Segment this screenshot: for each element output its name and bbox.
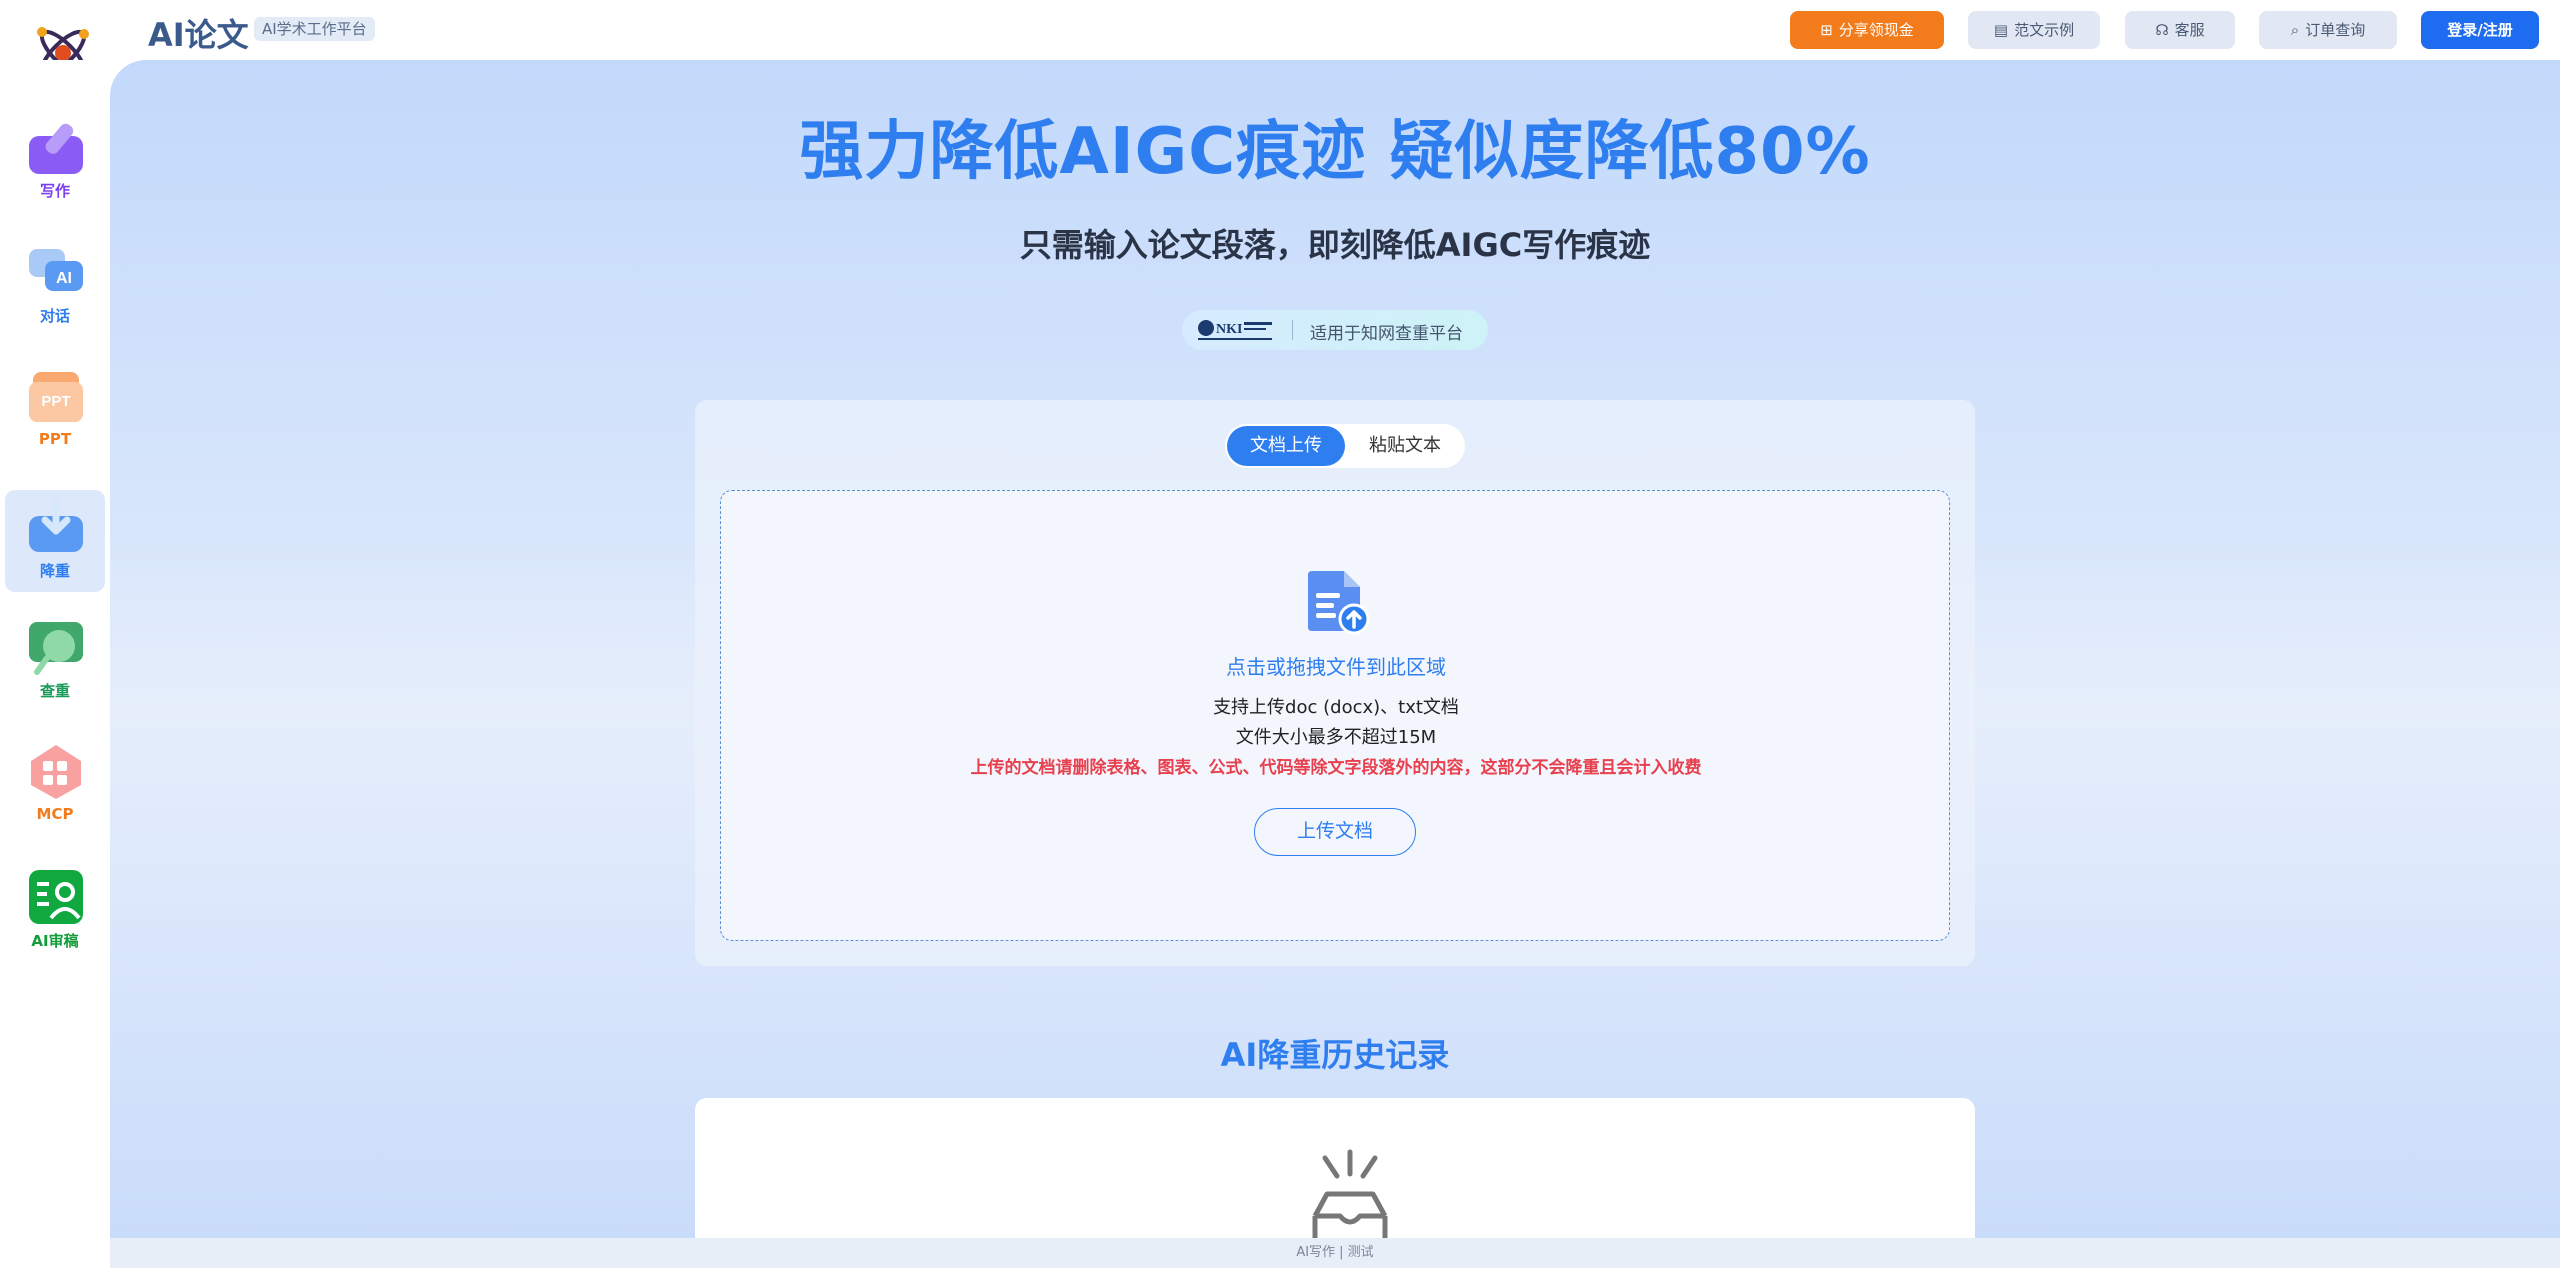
sidebar-item-label: MCP (36, 805, 74, 823)
history-card (695, 1098, 1975, 1238)
hero-title: 强力降低AIGC痕迹 疑似度降低80% (799, 115, 1871, 189)
sidebar-item-label: 降重 (39, 562, 70, 580)
pen-icon (29, 123, 83, 174)
sidebar-item-mcp[interactable]: MCP (5, 735, 105, 837)
main-content: 强力降低AIGC痕迹 疑似度降低80% 只需输入论文段落，即刻降低AIGC写作痕… (110, 60, 2560, 1238)
sidebar-item-label: 写作 (39, 182, 70, 200)
tab-paste-text[interactable]: 粘贴文本 (1347, 426, 1463, 466)
mcp-icon (31, 745, 81, 799)
share-cash-button[interactable]: ⊞ 分享领现金 (1790, 11, 1944, 49)
ppt-icon: PPT (29, 372, 83, 422)
login-register-button[interactable]: 登录/注册 (2421, 11, 2539, 49)
file-dropzone[interactable]: 点击或拖拽文件到此区域 支持上传doc (docx)、txt文档 文件大小最多不… (720, 490, 1950, 941)
upload-card: 文档上传 粘贴文本 点击或拖拽文件到此区域 支持上传doc (docx)、txt… (695, 400, 1975, 966)
reviewer-icon (29, 870, 83, 924)
service-label: 客服 (2174, 21, 2205, 39)
upload-tabs: 文档上传 粘贴文本 (1225, 424, 1465, 468)
sidebar-item-label: AI审稿 (31, 932, 79, 950)
sidebar-item-check[interactable]: 查重 (5, 610, 105, 712)
badge-divider (1292, 320, 1293, 340)
file-size-limit-text: 文件大小最多不超过15M (1235, 727, 1437, 748)
sidebar-item-chat[interactable]: AI 对话 (5, 235, 105, 337)
footer: AI写作 | 测试 (110, 1238, 2560, 1268)
document-icon: ▤ (1993, 21, 2009, 39)
cnki-logo-icon: NKI (1198, 320, 1272, 340)
brand-tag: AI学术工作平台 (254, 17, 375, 41)
order-label: 订单查询 (2305, 21, 2366, 39)
file-upload-icon (1308, 571, 1370, 635)
cnki-badge: NKI 适用于知网查重平台 (1182, 310, 1488, 350)
svg-text:PPT: PPT (41, 393, 70, 410)
sidebar-item-review[interactable]: AI审稿 (5, 860, 105, 962)
download-tray-icon (29, 498, 83, 552)
sidebar-item-label: PPT (38, 430, 72, 448)
hero-subtitle: 只需输入论文段落，即刻降低AIGC写作痕迹 (1019, 226, 1651, 264)
sidebar-item-ppt[interactable]: PPT PPT (5, 360, 105, 462)
customer-service-button[interactable]: ☊ 客服 (2125, 11, 2235, 49)
chat-ai-icon: AI (29, 249, 83, 291)
badge-text: 适用于知网查重平台 (1310, 324, 1463, 344)
supported-formats-text: 支持上传doc (docx)、txt文档 (1213, 697, 1459, 718)
svg-text:AI: AI (56, 270, 72, 287)
sidebar: 写作 AI 对话 PPT PPT 降重 查重 MCP AI审稿 (0, 60, 110, 1268)
sample-label: 范文示例 (2014, 21, 2075, 39)
sidebar-item-reduce[interactable]: 降重 (5, 490, 105, 592)
headset-icon: ☊ (2155, 21, 2169, 39)
gift-icon: ⊞ (1820, 21, 1833, 39)
sidebar-item-label: 对话 (39, 307, 70, 325)
svg-text:NKI: NKI (1216, 322, 1242, 337)
sample-paper-button[interactable]: ▤ 范文示例 (1968, 11, 2100, 49)
share-label: 分享领现金 (1838, 21, 1914, 39)
sidebar-item-label: 查重 (39, 682, 70, 700)
dropzone-title: 点击或拖拽文件到此区域 (1226, 655, 1446, 679)
brand-title: AI论文 (148, 16, 249, 54)
empty-box-icon (1312, 1149, 1388, 1238)
upload-document-button[interactable]: 上传文档 (1254, 808, 1416, 856)
upload-warning-text: 上传的文档请删除表格、图表、公式、代码等除文字段落外的内容，这部分不会降重且会计… (970, 758, 1702, 778)
history-title: AI降重历史记录 (1220, 1036, 1450, 1074)
tab-document-upload[interactable]: 文档上传 (1227, 426, 1345, 466)
top-header: AI论文 AI学术工作平台 ⊞ 分享领现金 ▤ 范文示例 ☊ 客服 ⌕ 订单查询 登录/… (0, 0, 2560, 79)
magnifier-icon (29, 622, 83, 675)
sidebar-item-writing[interactable]: 写作 (5, 110, 105, 212)
search-order-icon: ⌕ (2290, 21, 2300, 39)
order-query-button[interactable]: ⌕ 订单查询 (2259, 11, 2397, 49)
